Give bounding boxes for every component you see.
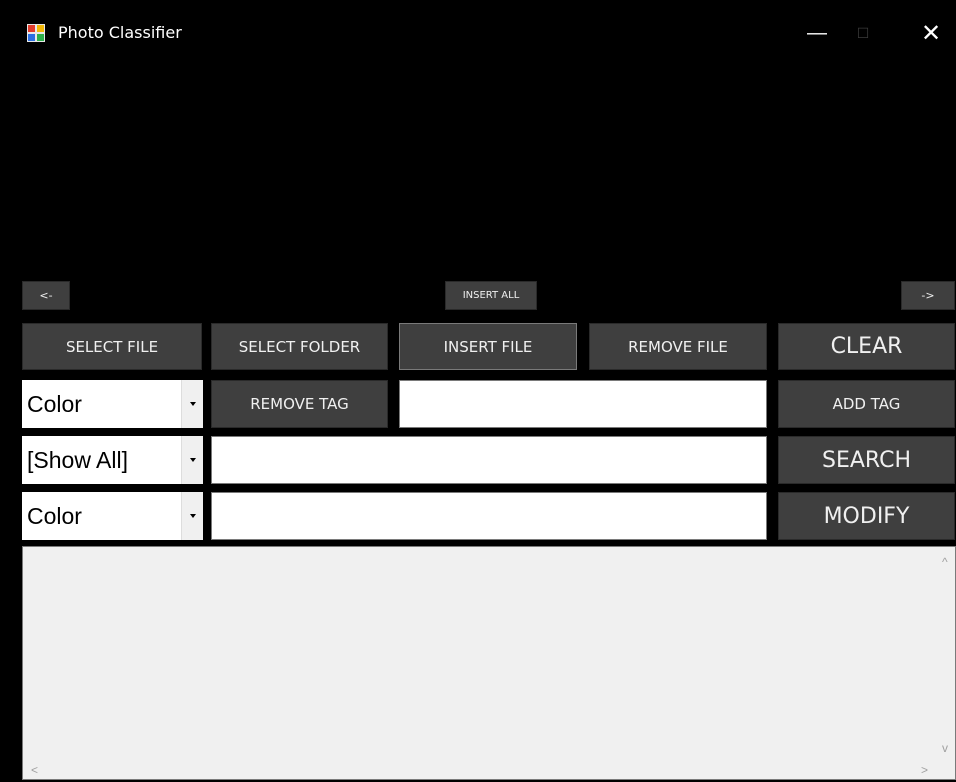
search-filter-combobox[interactable]: [Show All] [22, 436, 203, 484]
results-list-view[interactable]: ^ v < > [22, 546, 956, 780]
maximize-button[interactable]: ☐ [840, 18, 886, 48]
add-tag-button[interactable]: ADD TAG [778, 380, 955, 428]
remove-tag-button[interactable]: REMOVE TAG [211, 380, 388, 428]
app-icon [27, 24, 45, 42]
insert-file-button[interactable]: INSERT FILE [399, 323, 577, 370]
insert-all-button[interactable]: INSERT ALL [445, 281, 537, 310]
tag-category-value: Color [27, 390, 82, 417]
modify-button[interactable]: MODIFY [778, 492, 955, 540]
app-window: Photo Classifier — ☐ ✕ <- INSERT ALL -> … [8, 0, 956, 782]
scroll-up-arrow-icon[interactable]: ^ [942, 555, 948, 569]
remove-file-button[interactable]: REMOVE FILE [589, 323, 767, 370]
select-folder-button[interactable]: SELECT FOLDER [211, 323, 388, 370]
title-bar: Photo Classifier — ☐ ✕ [8, 0, 956, 60]
minimize-button[interactable]: — [794, 18, 840, 48]
search-input[interactable] [211, 436, 767, 484]
scroll-down-arrow-icon[interactable]: v [942, 741, 948, 755]
select-file-button[interactable]: SELECT FILE [22, 323, 202, 370]
clear-button[interactable]: CLEAR [778, 323, 955, 370]
window-title: Photo Classifier [58, 23, 182, 42]
chevron-down-icon[interactable] [181, 436, 203, 484]
modify-category-combobox[interactable]: Color [22, 492, 203, 540]
scroll-right-arrow-icon[interactable]: > [921, 763, 928, 777]
search-filter-value: [Show All] [27, 446, 128, 473]
modify-category-value: Color [27, 502, 82, 529]
vertical-scrollbar[interactable]: ^ v [938, 547, 955, 761]
previous-button[interactable]: <- [22, 281, 70, 310]
close-button[interactable]: ✕ [908, 18, 954, 48]
search-button[interactable]: SEARCH [778, 436, 955, 484]
horizontal-scrollbar[interactable]: < > [23, 761, 938, 779]
tag-input[interactable] [399, 380, 767, 428]
chevron-down-icon[interactable] [181, 380, 203, 428]
image-viewer [8, 60, 956, 278]
next-button[interactable]: -> [901, 281, 955, 310]
tag-category-combobox[interactable]: Color [22, 380, 203, 428]
chevron-down-icon[interactable] [181, 492, 203, 540]
modify-input[interactable] [211, 492, 767, 540]
scroll-left-arrow-icon[interactable]: < [31, 763, 38, 777]
